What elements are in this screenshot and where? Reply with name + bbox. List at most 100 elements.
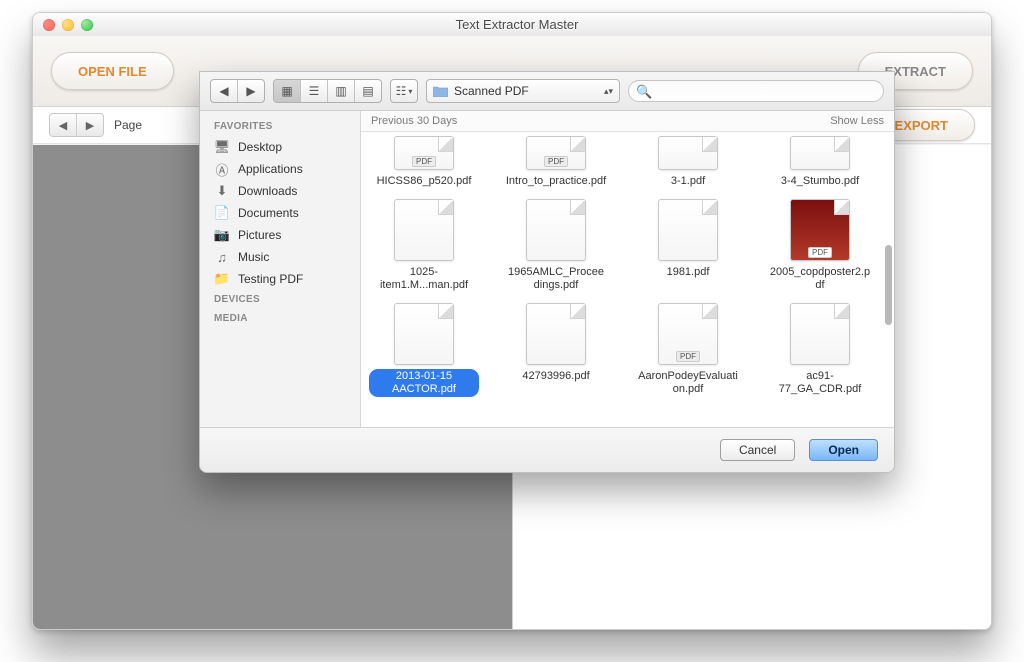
updown-icon: ▴▾ [604, 86, 613, 97]
page-nav: ◀ ▶ [49, 113, 104, 137]
file-name: 2005_copdposter2.pdf [765, 265, 875, 293]
sidebar-item-downloads[interactable]: ⬇ Downloads [200, 180, 360, 202]
file-thumb [526, 199, 586, 261]
file-name: 1965AMLC_Proceedings.pdf [501, 265, 611, 293]
sidebar-item-pictures[interactable]: 📷 Pictures [200, 224, 360, 246]
applications-icon: Ⓐ [214, 161, 230, 177]
open-dialog: ◀ ▶ ▦ ☰ ▥ [199, 71, 895, 473]
sidebar-item-label: Testing PDF [238, 272, 303, 286]
view-list-button[interactable]: ☰ [301, 80, 328, 102]
file-name: 2013-01-15 AACTOR.pdf [369, 369, 479, 397]
file-browser: Previous 30 Days Show Less PDF HICSS86_p… [361, 111, 894, 427]
file-name: 3-4_Stumbo.pdf [777, 174, 863, 189]
file-thumb [790, 303, 850, 365]
app-body: OPEN FILE EXTRACT ◀ ▶ Page EXPORT [33, 36, 991, 629]
page-next-button[interactable]: ▶ [77, 114, 103, 136]
file-thumb: PDF [790, 199, 850, 261]
sidebar-item-label: Music [238, 250, 269, 264]
grid-icon: ▦ [281, 84, 292, 98]
file-item[interactable]: PDF Intro_to_practice.pdf [501, 136, 611, 189]
scrollbar-track[interactable] [885, 135, 892, 421]
pdf-badge: PDF [412, 156, 436, 167]
view-mode-segment: ▦ ☰ ▥ ▤ [273, 79, 382, 103]
app-window: Text Extractor Master OPEN FILE EXTRACT … [32, 12, 992, 630]
search-icon: 🔍 [636, 84, 652, 100]
sidebar-item-label: Desktop [238, 140, 282, 154]
file-item[interactable]: 1965AMLC_Proceedings.pdf [501, 199, 611, 293]
file-thumb [526, 303, 586, 365]
file-thumb [790, 136, 850, 170]
section-header: Previous 30 Days [371, 115, 457, 127]
file-item[interactable]: 1981.pdf [633, 199, 743, 293]
sidebar-header-media: MEDIA [200, 309, 360, 328]
history-forward-button[interactable]: ▶ [238, 80, 264, 102]
dialog-body: FAVORITES 🖥 Desktop ⒶApplications ⬇ Downlo… [200, 111, 894, 427]
coverflow-icon: ▤ [362, 84, 373, 98]
path-select[interactable]: Scanned PDF ▴▾ [426, 79, 620, 103]
sidebar-item-documents[interactable]: 📄 Documents [200, 202, 360, 224]
pictures-icon: 📷 [214, 227, 230, 243]
file-name: 3-1.pdf [667, 174, 709, 189]
file-thumb [658, 136, 718, 170]
pdf-badge: PDF [676, 351, 700, 362]
chevron-down-icon: ▾ [408, 87, 412, 96]
file-name: AaronPodeyEvaluation.pdf [633, 369, 743, 397]
columns-icon: ▥ [335, 84, 346, 98]
open-file-button[interactable]: OPEN FILE [51, 52, 174, 90]
open-button[interactable]: Open [809, 439, 878, 461]
sidebar-item-music[interactable]: ♫Music [200, 246, 360, 268]
view-icon-button[interactable]: ▦ [274, 80, 301, 102]
sidebar-header-devices: DEVICES [200, 290, 360, 309]
browser-header: Previous 30 Days Show Less [361, 111, 894, 132]
file-item[interactable]: 3-1.pdf [633, 136, 743, 189]
file-name: 1981.pdf [663, 265, 714, 280]
titlebar: Text Extractor Master [33, 13, 991, 37]
scrollbar-thumb[interactable] [885, 245, 892, 325]
sidebar-item-label: Documents [238, 206, 299, 220]
search-input[interactable] [628, 80, 884, 102]
file-name: 42793996.pdf [518, 369, 593, 384]
arrange-icon: ☷ [396, 84, 407, 98]
sidebar-item-testing-pdf[interactable]: 📁 Testing PDF [200, 268, 360, 290]
file-item[interactable]: PDF 2005_copdposter2.pdf [765, 199, 875, 293]
desktop-icon: 🖥 [214, 139, 230, 155]
file-name: 1025-item1.M...man.pdf [369, 265, 479, 293]
file-thumb [394, 199, 454, 261]
cancel-button[interactable]: Cancel [720, 439, 795, 461]
window-title: Text Extractor Master [43, 17, 991, 32]
file-item[interactable]: 2013-01-15 AACTOR.pdf [369, 303, 479, 397]
file-item[interactable]: ac91-77_GA_CDR.pdf [765, 303, 875, 397]
pdf-badge: PDF [544, 156, 568, 167]
documents-icon: 📄 [214, 205, 230, 221]
view-columns-button[interactable]: ▥ [328, 80, 355, 102]
file-item[interactable]: 3-4_Stumbo.pdf [765, 136, 875, 189]
file-item[interactable]: 1025-item1.M...man.pdf [369, 199, 479, 293]
folder-icon [433, 85, 448, 97]
dialog-footer: Cancel Open [200, 427, 894, 472]
sidebar-header-favorites: FAVORITES [200, 117, 360, 136]
file-item[interactable]: PDF HICSS86_p520.pdf [369, 136, 479, 189]
file-item[interactable]: PDF AaronPodeyEvaluation.pdf [633, 303, 743, 397]
file-item[interactable]: 42793996.pdf [501, 303, 611, 397]
file-name: HICSS86_p520.pdf [373, 174, 476, 189]
file-thumb: PDF [658, 303, 718, 365]
sidebar-item-desktop[interactable]: 🖥 Desktop [200, 136, 360, 158]
file-name: Intro_to_practice.pdf [502, 174, 610, 189]
dialog-toolbar: ◀ ▶ ▦ ☰ ▥ [200, 72, 894, 111]
history-nav: ◀ ▶ [210, 79, 265, 103]
history-back-button[interactable]: ◀ [211, 80, 238, 102]
view-coverflow-button[interactable]: ▤ [355, 80, 381, 102]
show-less-button[interactable]: Show Less [830, 115, 884, 127]
sidebar-item-label: Pictures [238, 228, 281, 242]
path-select-label: Scanned PDF [454, 84, 529, 98]
sidebar-item-label: Downloads [238, 184, 297, 198]
downloads-icon: ⬇ [214, 183, 230, 199]
file-thumb: PDF [394, 136, 454, 170]
page-prev-button[interactable]: ◀ [50, 114, 77, 136]
arrange-segment: ☷▾ [390, 79, 418, 103]
folder-icon: 📁 [214, 271, 230, 287]
arrange-button[interactable]: ☷▾ [391, 80, 417, 102]
file-grid[interactable]: PDF HICSS86_p520.pdf PDF Intro_to_practi… [361, 132, 894, 427]
sidebar-item-applications[interactable]: ⒶApplications [200, 158, 360, 180]
list-icon: ☰ [309, 84, 320, 98]
